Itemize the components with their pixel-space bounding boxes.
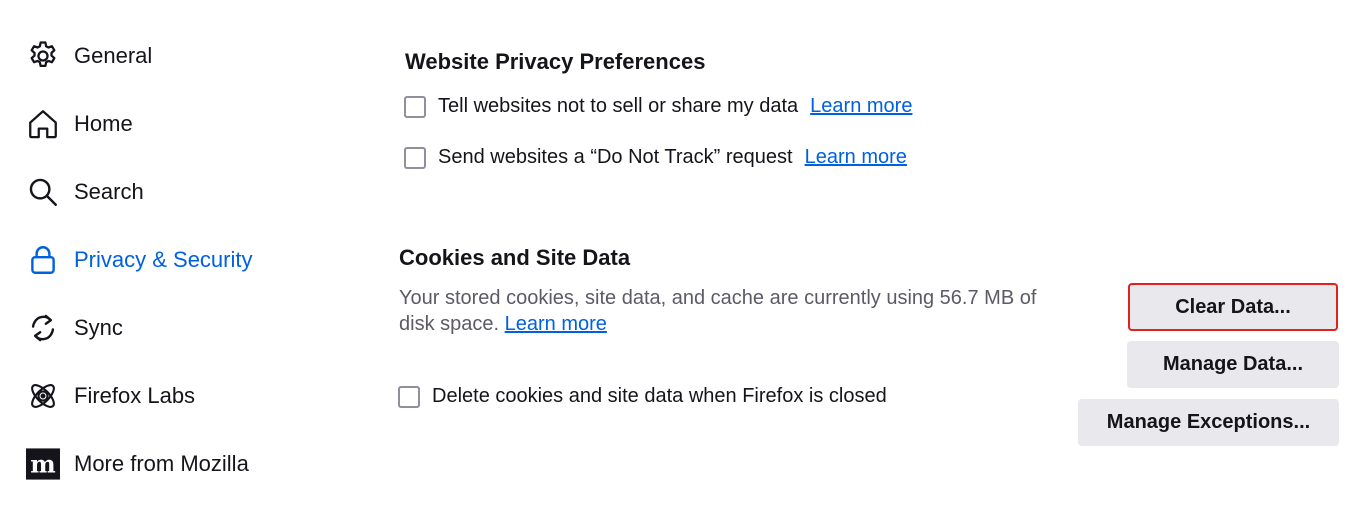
sidebar-item-search[interactable]: Search [26, 172, 144, 212]
do-not-track-checkbox[interactable] [404, 146, 426, 169]
do-not-track-option: Send websites a “Do Not Track” request L… [404, 146, 907, 169]
delete-on-close-option: Delete cookies and site data when Firefo… [398, 385, 887, 408]
delete-on-close-checkbox[interactable] [398, 385, 420, 408]
cookies-usage-text: Your stored cookies, site data, and cach… [399, 287, 1037, 335]
sidebar-item-label: Home [74, 111, 133, 136]
manage-data-button[interactable]: Manage Data... [1127, 341, 1339, 388]
manage-exceptions-button[interactable]: Manage Exceptions... [1078, 399, 1339, 446]
do-not-track-learn-more-link[interactable]: Learn more [805, 146, 907, 169]
cookies-heading: Cookies and Site Data [399, 245, 631, 270]
sidebar-item-more-from-mozilla[interactable]: m More from Mozilla [26, 444, 249, 484]
privacy-prefs-heading: Website Privacy Preferences [405, 49, 706, 74]
do-not-sell-checkbox[interactable] [404, 95, 426, 118]
sidebar-item-label: Search [74, 179, 144, 204]
atom-icon [26, 379, 60, 413]
sidebar-item-sync[interactable]: Sync [26, 308, 123, 348]
cookies-learn-more-link[interactable]: Learn more [505, 313, 607, 335]
search-icon [26, 175, 60, 209]
sidebar-item-general[interactable]: General [26, 36, 152, 76]
sidebar-item-privacy-security[interactable]: Privacy & Security [26, 240, 253, 280]
sync-icon [26, 311, 60, 345]
home-icon [26, 107, 60, 141]
lock-icon [26, 243, 60, 277]
clear-data-button[interactable]: Clear Data... [1128, 283, 1338, 331]
cookies-description: Your stored cookies, site data, and cach… [399, 285, 1059, 337]
mozilla-icon: m [26, 447, 60, 481]
svg-text:m: m [30, 450, 55, 479]
sidebar-item-label: Sync [74, 315, 123, 340]
do-not-sell-option: Tell websites not to sell or share my da… [404, 95, 912, 118]
sidebar-item-home[interactable]: Home [26, 104, 133, 144]
do-not-sell-learn-more-link[interactable]: Learn more [810, 95, 912, 118]
gear-icon [26, 39, 60, 73]
sidebar-item-label: More from Mozilla [74, 451, 249, 476]
sidebar-item-label: General [74, 43, 153, 68]
sidebar-item-label: Firefox Labs [74, 383, 196, 408]
do-not-track-label[interactable]: Send websites a “Do Not Track” request [438, 146, 793, 169]
do-not-sell-label[interactable]: Tell websites not to sell or share my da… [438, 95, 798, 118]
sidebar-item-firefox-labs[interactable]: Firefox Labs [26, 376, 195, 416]
sidebar-item-label: Privacy & Security [74, 247, 253, 272]
delete-on-close-label[interactable]: Delete cookies and site data when Firefo… [432, 385, 887, 408]
